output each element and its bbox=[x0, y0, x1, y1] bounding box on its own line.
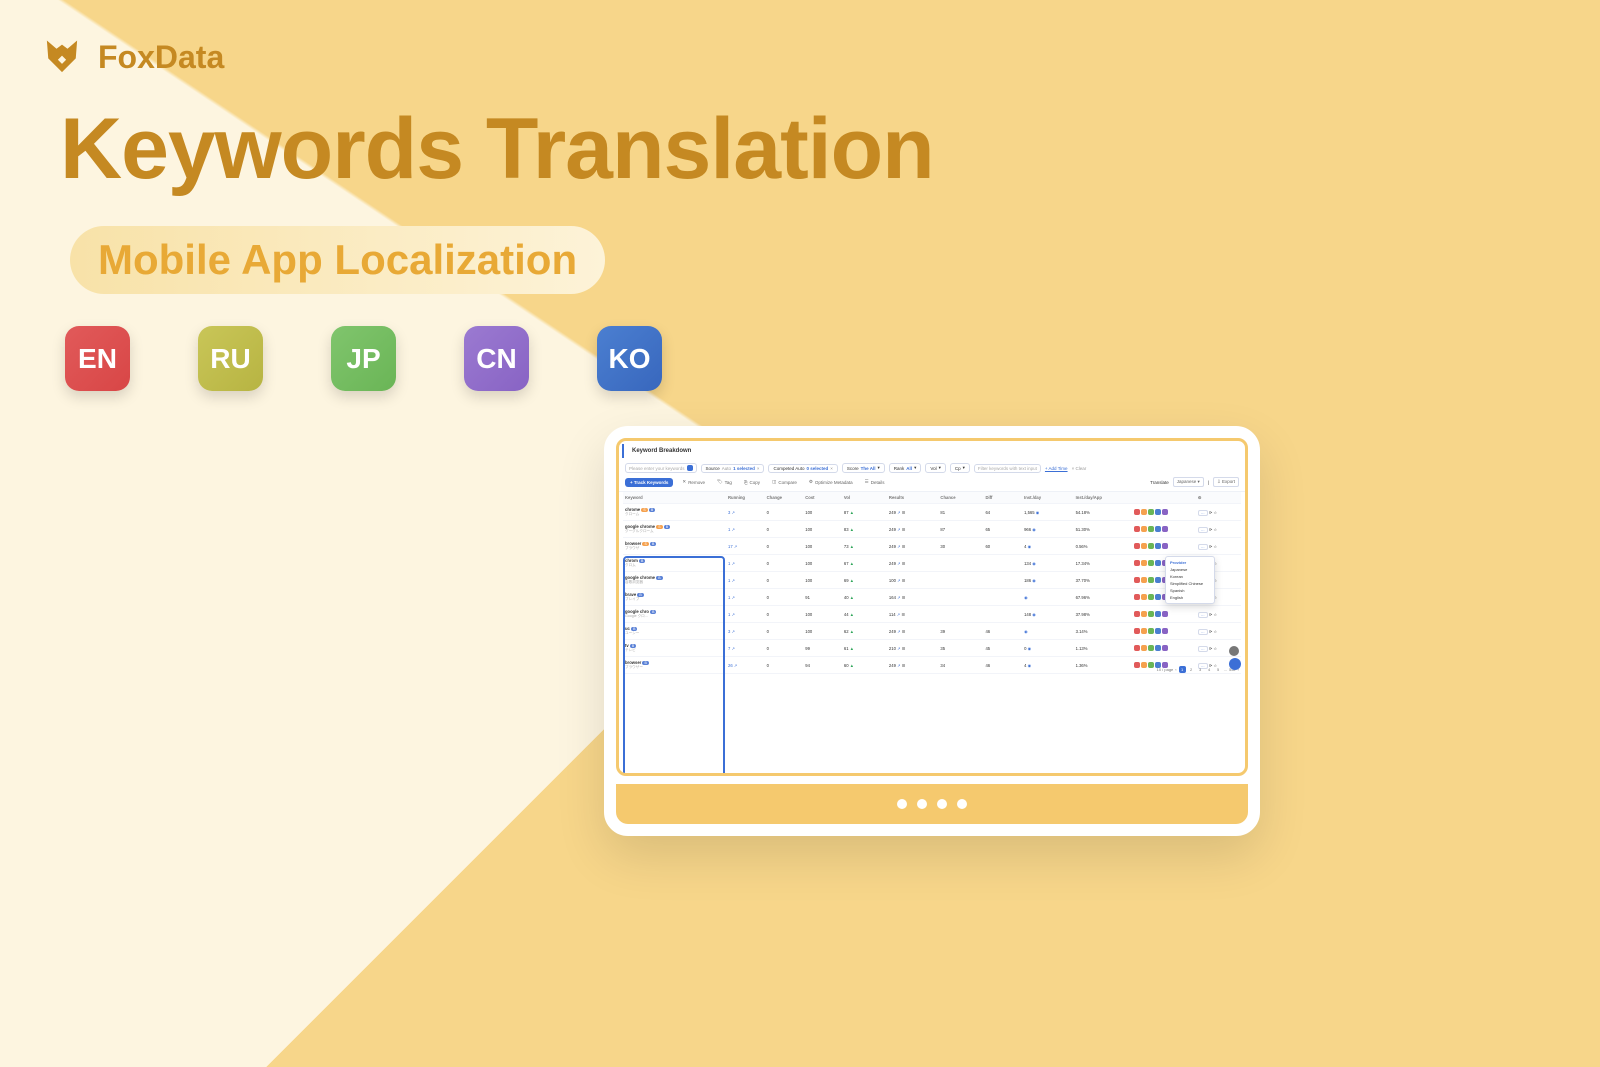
subtitle: Mobile App Localization bbox=[70, 226, 605, 294]
add-time[interactable]: + Add Time bbox=[1045, 466, 1068, 471]
export-button[interactable]: ⇩ Export bbox=[1213, 477, 1239, 487]
filter-score[interactable]: Score The All ▾ bbox=[842, 463, 885, 473]
translate-select[interactable]: Japanese ▾ bbox=[1173, 477, 1204, 487]
lang-en: EN bbox=[65, 326, 130, 391]
brand-text: FoxData bbox=[98, 39, 224, 76]
filter-competed[interactable]: Competed Auto 0 selected × bbox=[768, 464, 837, 473]
brand: FoxData bbox=[40, 35, 224, 79]
remove-tab[interactable]: ✕ Remove bbox=[679, 478, 708, 486]
chat-fab[interactable] bbox=[1229, 658, 1241, 670]
lang-jp: JP bbox=[331, 326, 396, 391]
table-row[interactable]: tv Bテレビ7 ↗09961 ▲210 ↗ ☰35450 ◉1.13%… ⟳ … bbox=[623, 640, 1241, 657]
translate-dropdown[interactable]: Provider Japanese Korean Simplified Chin… bbox=[1165, 556, 1215, 604]
track-button[interactable]: + Track Keywords bbox=[625, 478, 673, 487]
compare-tab[interactable]: ◫ Compare bbox=[769, 478, 800, 486]
table-row[interactable]: brave Bブレイブ1 ↗09140 ▲164 ↗ ☰ ◉67.96%… ⟳ … bbox=[623, 589, 1241, 606]
app-screenshot: Keyword Breakdown Please enter your keyw… bbox=[616, 438, 1248, 776]
language-badges: EN RU JP CN KO bbox=[65, 326, 662, 391]
search-icon[interactable] bbox=[687, 465, 693, 471]
dd-english[interactable]: English bbox=[1168, 594, 1212, 601]
table-row[interactable]: chrom Bクロム1 ↗010067 ▲249 ↗ ☰134 ◉17.34%…… bbox=[623, 555, 1241, 572]
dd-spanish[interactable]: Spanish bbox=[1168, 587, 1212, 594]
dd-chinese[interactable]: Simplified Chinese bbox=[1168, 580, 1212, 587]
clear-filters[interactable]: × Clear bbox=[1072, 466, 1087, 471]
keyword-table: KeywordRunningChange CostVolResults Chan… bbox=[623, 492, 1241, 674]
lang-cn: CN bbox=[464, 326, 529, 391]
filter-row: Please enter your keywords Source Auto 1… bbox=[619, 461, 1245, 475]
search-input[interactable]: Please enter your keywords bbox=[625, 463, 697, 473]
lang-ru: RU bbox=[198, 326, 263, 391]
section-title: Keyword Breakdown bbox=[622, 444, 1242, 458]
table-row[interactable]: uc Bユーシー3 ↗010062 ▲249 ↗ ☰3946 ◉3.14%… ⟳… bbox=[623, 623, 1241, 640]
monitor-chin bbox=[616, 784, 1248, 824]
action-tabs: + Track Keywords ✕ Remove 🏷 Tag ⎘ Copy ◫… bbox=[619, 475, 1245, 492]
optimize-tab[interactable]: ⚙ Optimize Metadata bbox=[806, 478, 856, 486]
details-tab[interactable]: ☰ Details bbox=[862, 478, 888, 486]
filter-rank[interactable]: Rank All ▾ bbox=[889, 463, 922, 473]
dd-japanese[interactable]: Japanese bbox=[1168, 566, 1212, 573]
monitor: Keyword Breakdown Please enter your keyw… bbox=[604, 426, 1260, 836]
filter-cp[interactable]: Cp ▾ bbox=[950, 463, 970, 473]
scroll-top-fab[interactable] bbox=[1229, 646, 1239, 656]
filter-source[interactable]: Source Auto 1 selected × bbox=[701, 464, 765, 473]
lang-ko: KO bbox=[597, 326, 662, 391]
table-row[interactable]: browser S Bブラウザ17 ↗010073 ▲249 ↗ ☰30604 … bbox=[623, 538, 1241, 555]
table-row[interactable]: google chro BGoogle クロ…1 ↗010044 ▲114 ↗ … bbox=[623, 606, 1241, 623]
dd-korean[interactable]: Korean bbox=[1168, 573, 1212, 580]
translate-label: Translate bbox=[1150, 480, 1169, 485]
tag-tab[interactable]: 🏷 Tag bbox=[714, 478, 735, 486]
filter-vol[interactable]: Vol ▾ bbox=[925, 463, 946, 473]
copy-tab[interactable]: ⎘ Copy bbox=[741, 479, 763, 486]
table-header: KeywordRunningChange CostVolResults Chan… bbox=[623, 492, 1241, 504]
table-row[interactable]: chrome S Bクローム3 ↗010087 ▲249 ↗ ☰81641,56… bbox=[623, 504, 1241, 521]
fox-icon bbox=[40, 35, 84, 79]
table-row[interactable]: google chrome B谷歌浏览器1 ↗010069 ▲100 ↗ ☰18… bbox=[623, 572, 1241, 589]
pagination[interactable]: 10 / page ‹ 1 2 3 4 5 ... 552 › bbox=[1157, 666, 1239, 673]
table-row[interactable]: google chrome S Bグーグルクローム1 ↗010083 ▲249 … bbox=[623, 521, 1241, 538]
headline: Keywords Translation bbox=[60, 100, 934, 199]
table-row[interactable]: browser Bブラウザー26 ↗09460 ▲249 ↗ ☰34464 ◉1… bbox=[623, 657, 1241, 674]
text-filter[interactable]: Filter keywords with text input bbox=[974, 464, 1041, 473]
